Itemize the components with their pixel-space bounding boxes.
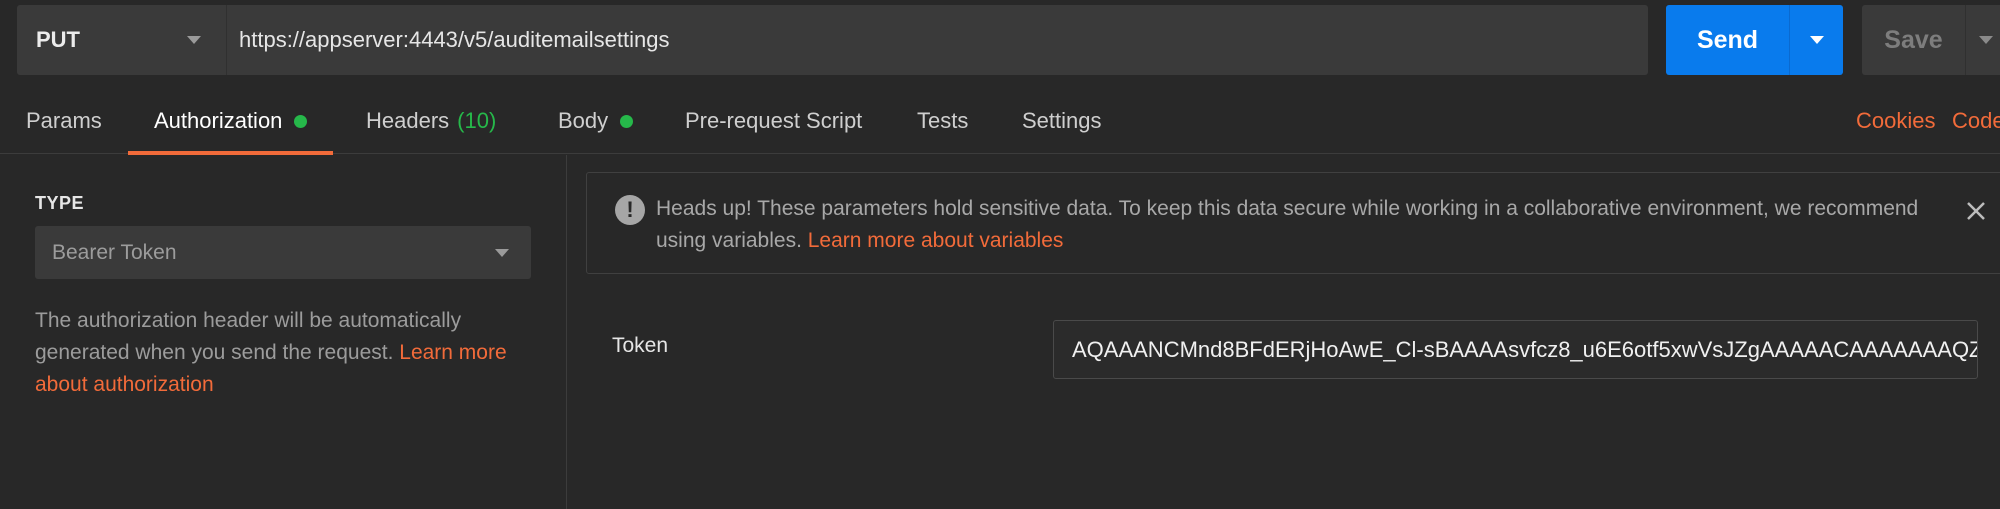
tab-pre-request-script-label: Pre-request Script	[685, 108, 863, 133]
save-button-group: Save	[1862, 5, 2000, 75]
tab-headers-label: Headers	[366, 108, 450, 133]
headers-count-badge: (10)	[457, 108, 497, 133]
status-dot-icon	[294, 114, 308, 128]
type-label: TYPE	[35, 193, 85, 213]
sensitive-data-notice: ! Heads up! These parameters hold sensit…	[586, 172, 2000, 274]
tab-settings-label: Settings	[1022, 108, 1102, 133]
code-link[interactable]: Code	[1952, 88, 2000, 154]
request-bar: PUT https://appserver:4443/v5/auditemail…	[0, 0, 2000, 82]
auth-help-body: The authorization header will be automat…	[35, 309, 462, 364]
tab-body-label: Body	[558, 108, 609, 133]
chevron-down-icon	[1809, 36, 1824, 44]
send-options-button[interactable]	[1790, 5, 1843, 75]
send-button[interactable]: Send	[1666, 5, 1789, 75]
chevron-down-icon	[495, 249, 509, 257]
send-button-group: Send	[1666, 5, 1843, 75]
tab-tests-label: Tests	[917, 108, 969, 133]
save-options-button[interactable]	[1966, 5, 2000, 75]
auth-type-value: Bearer Token	[52, 240, 177, 264]
token-input[interactable]: AQAAANCMnd8BFdERjHoAwE_Cl-sBAAAAsvfcz8_u…	[1053, 320, 1978, 379]
tab-tests[interactable]: Tests	[917, 88, 968, 154]
tab-authorization[interactable]: Authorization	[128, 88, 334, 155]
tab-body[interactable]: Body	[558, 88, 634, 154]
auth-type-panel: TYPE Bearer Token The authorization head…	[0, 155, 567, 509]
tab-settings[interactable]: Settings	[1022, 88, 1102, 154]
chevron-down-icon	[187, 36, 201, 44]
tab-params[interactable]: Params	[26, 88, 102, 154]
cookies-link[interactable]: Cookies	[1856, 88, 1935, 154]
method-select[interactable]: PUT	[17, 5, 227, 75]
tab-pre-request-script[interactable]: Pre-request Script	[685, 88, 862, 154]
chevron-down-icon	[1979, 36, 1993, 44]
token-label: Token	[612, 334, 669, 357]
learn-more-variables-link[interactable]: Learn more about variables	[808, 229, 1064, 252]
tab-authorization-label: Authorization	[154, 108, 283, 133]
request-url-group: PUT https://appserver:4443/v5/auditemail…	[17, 5, 1648, 75]
close-icon[interactable]	[1964, 199, 1988, 223]
auth-type-select[interactable]: Bearer Token	[35, 226, 531, 279]
tab-params-label: Params	[26, 108, 102, 133]
method-label: PUT	[36, 27, 80, 52]
save-button[interactable]: Save	[1862, 5, 1965, 75]
status-dot-icon	[620, 114, 634, 128]
notice-text: Heads up! These parameters hold sensitiv…	[656, 193, 1956, 257]
request-tabs: Params Authorization Headers (10) Body P…	[0, 88, 2000, 155]
tab-headers[interactable]: Headers (10)	[366, 88, 496, 154]
url-input[interactable]: https://appserver:4443/v5/auditemailsett…	[239, 5, 1638, 75]
exclamation-icon: !	[615, 195, 645, 225]
auth-help-text: The authorization header will be automat…	[35, 305, 525, 401]
